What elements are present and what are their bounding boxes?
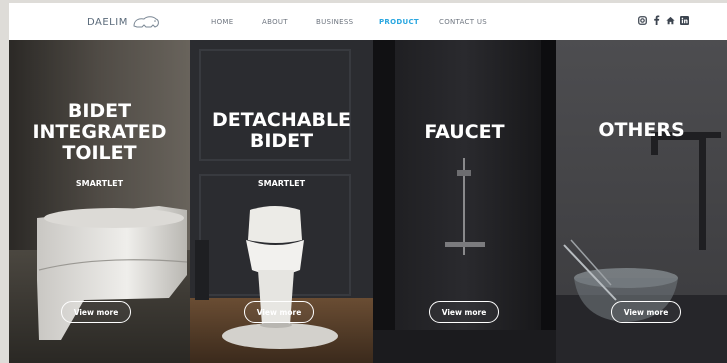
- linkedin-icon[interactable]: [680, 15, 689, 25]
- view-more-button[interactable]: View more: [611, 301, 681, 323]
- panel-title: OTHERS: [598, 119, 685, 141]
- panel-faucet[interactable]: FAUCET View more: [373, 40, 556, 363]
- panel-title: BIDET INTEGRATED TOILET: [32, 100, 167, 164]
- view-more-button[interactable]: View more: [429, 301, 499, 323]
- nav-about[interactable]: ABOUT: [262, 18, 288, 26]
- panel-subtitle: SMARTLET: [257, 179, 306, 188]
- nav-home[interactable]: HOME: [211, 18, 233, 26]
- bear-logo-icon: [133, 16, 159, 28]
- instagram-icon[interactable]: [638, 15, 647, 25]
- panel-others[interactable]: OTHERS View more: [556, 40, 727, 363]
- social-links: [638, 15, 689, 25]
- nav-product[interactable]: PRODUCT: [379, 18, 419, 26]
- panel-subtitle: SMARTLET: [75, 179, 124, 188]
- logo-text: DAELIM: [87, 16, 128, 28]
- nav-contact-us[interactable]: CONTACT US: [439, 18, 487, 26]
- view-more-button[interactable]: View more: [61, 301, 131, 323]
- panel-detachable-bidet[interactable]: DETACHABLE BIDET SMARTLET View more: [190, 40, 373, 363]
- panel-title: DETACHABLE BIDET: [211, 109, 352, 152]
- view-more-button[interactable]: View more: [244, 301, 314, 323]
- nav-business[interactable]: BUSINESS: [316, 18, 353, 26]
- site-header: DAELIM HOME ABOUT BUSINESS PRODUCT CONTA…: [9, 3, 727, 40]
- panel-bidet-integrated-toilet[interactable]: BIDET INTEGRATED TOILET SMARTLET View mo…: [9, 40, 190, 363]
- logo[interactable]: DAELIM: [87, 12, 161, 32]
- page-frame: DAELIM HOME ABOUT BUSINESS PRODUCT CONTA…: [0, 0, 727, 363]
- panel-title: FAUCET: [424, 121, 505, 143]
- home-icon[interactable]: [666, 15, 675, 25]
- facebook-icon[interactable]: [652, 15, 661, 25]
